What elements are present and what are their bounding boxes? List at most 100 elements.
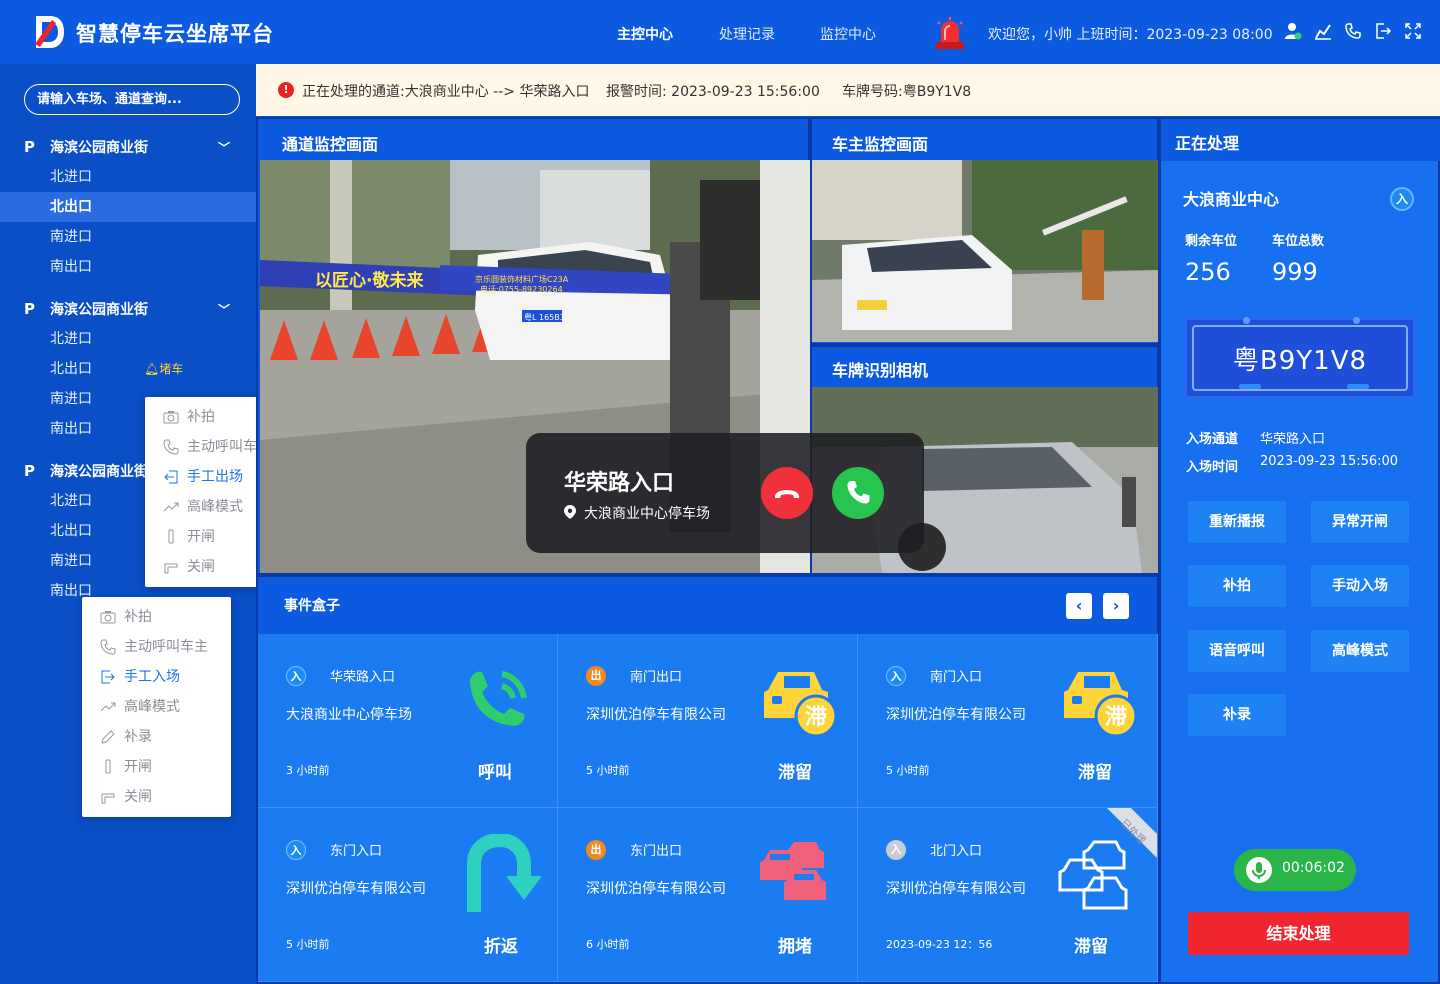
end-processing-button[interactable]: 结束处理: [1188, 912, 1409, 955]
plate-tab: [1239, 384, 1261, 389]
answer-call-button[interactable]: [832, 467, 884, 519]
event-time: 5 小时前: [886, 764, 930, 777]
trend-icon: [100, 702, 116, 712]
alarm-light-icon[interactable]: [934, 16, 966, 50]
event-time: 5 小时前: [586, 764, 630, 777]
event-lot: 深圳优泊停车有限公司: [886, 881, 1026, 897]
supplement-button[interactable]: 补录: [1188, 694, 1286, 736]
channel-item[interactable]: 北进口: [0, 324, 256, 354]
chevron-down-icon[interactable]: ﹀: [218, 301, 230, 318]
processed-ribbon: 已处理: [1107, 808, 1157, 858]
menu-item-peak-mode[interactable]: 高峰模式: [82, 692, 231, 722]
direction-badge: 入: [286, 840, 306, 860]
event-card[interactable]: 入 南门入口 深圳优泊停车有限公司 5 小时前 滞 滞留: [858, 634, 1158, 808]
gate-close-icon: [164, 563, 178, 574]
jam-badge: 🔔︎堵车: [144, 354, 183, 384]
entry-icon: [101, 670, 115, 684]
nav-monitor[interactable]: 监控中心: [820, 24, 876, 44]
phone-icon: [163, 439, 179, 455]
event-card[interactable]: 出 东门出口 深圳优泊停车有限公司 6 小时前 拥堵: [558, 808, 858, 982]
retake-button[interactable]: 补拍: [1188, 565, 1286, 607]
lot-group-name: 海滨公园商业街: [50, 140, 148, 156]
u-turn-icon: [467, 834, 542, 912]
lot-group-header[interactable]: P 海滨公园商业街 ﹀: [0, 294, 256, 324]
event-card[interactable]: 出 南门出口 深圳优泊停车有限公司 5 小时前 滞 滞留: [558, 634, 858, 808]
menu-item-label: 补录: [124, 729, 152, 745]
event-type: 滞留: [778, 763, 812, 783]
menu-item-label: 关闸: [124, 789, 152, 805]
event-type: 呼叫: [478, 763, 512, 783]
welcome-text: 欢迎您，小帅 上班时间：2023-09-23 08:00: [988, 27, 1273, 43]
events-prev-button[interactable]: ‹: [1066, 593, 1092, 619]
microphone-icon: [1246, 857, 1272, 883]
menu-item-supplement[interactable]: 补录: [82, 722, 231, 752]
panel-title: 通道监控画面: [282, 135, 379, 154]
replay-button[interactable]: 重新播报: [1188, 501, 1286, 543]
direction-badge: 入: [286, 666, 306, 686]
lot-group-header[interactable]: P 海滨公园商业街 ﹀: [0, 132, 256, 162]
channel-item[interactable]: 北出口 🔔︎堵车: [0, 354, 256, 384]
event-channel: 南门入口: [930, 670, 983, 685]
owner-camera-feed[interactable]: [812, 160, 1158, 342]
menu-item-label: 主动呼叫车主: [124, 639, 208, 655]
menu-item-close-gate[interactable]: 关闸: [82, 782, 231, 812]
abnormal-open-gate-button[interactable]: 异常开闸: [1311, 501, 1409, 543]
events-next-button[interactable]: ›: [1103, 593, 1129, 619]
top-bar: 智慧停车云坐席平台 主控中心 处理记录 监控中心 欢迎您，小帅 上班时间：202…: [0, 0, 1440, 64]
manual-entry-button[interactable]: 手动入场: [1311, 565, 1409, 607]
gate-close-icon: [101, 793, 115, 804]
menu-item-label: 高峰模式: [124, 699, 180, 715]
channel-item[interactable]: 南进口: [0, 222, 256, 252]
alert-icon: !: [278, 82, 294, 98]
event-channel: 东门出口: [630, 844, 683, 859]
entry-time-label: 入场时间: [1186, 460, 1239, 475]
event-card[interactable]: 入 华荣路入口 大浪商业中心停车场 3 小时前 呼叫: [258, 634, 558, 808]
peak-mode-button[interactable]: 高峰模式: [1311, 630, 1409, 672]
channel-context-menu-2: 补拍 主动呼叫车主 手工入场 高峰模式 补录 开闸 关闸: [82, 597, 231, 817]
menu-item-call-owner[interactable]: 主动呼叫车主: [82, 632, 231, 662]
nav-records[interactable]: 处理记录: [719, 24, 775, 44]
plate-stud: [1353, 317, 1360, 324]
phone-ringing-icon: [470, 671, 527, 726]
panel-title: 事件盒子: [284, 598, 340, 614]
channel-item-selected[interactable]: 北出口: [0, 192, 256, 222]
channel-item[interactable]: 北进口: [0, 162, 256, 192]
user-status-icon[interactable]: [1284, 22, 1302, 40]
gate-open-icon: [105, 759, 111, 774]
app-title: 智慧停车云坐席平台: [76, 22, 274, 46]
parking-icon: P: [24, 300, 35, 318]
menu-item-retake[interactable]: 补拍: [82, 602, 231, 632]
direction-badge: 入: [886, 840, 906, 860]
stuck-label: 滞: [1105, 705, 1127, 730]
channel-item[interactable]: 南出口: [0, 252, 256, 282]
event-channel: 北门入口: [930, 844, 983, 859]
call-location: 大浪商业中心停车场: [584, 506, 710, 522]
nav-main-control[interactable]: 主控中心: [617, 24, 673, 44]
phone-icon: [100, 639, 116, 655]
gate-open-icon: [168, 529, 174, 544]
chart-icon[interactable]: [1314, 22, 1332, 40]
menu-item-open-gate[interactable]: 开闸: [82, 752, 231, 782]
hang-up-button[interactable]: [761, 467, 813, 519]
camera-icon: [100, 611, 116, 624]
phone-call-icon[interactable]: [1344, 22, 1362, 40]
menu-item-manual-entry[interactable]: 手工入场: [82, 662, 231, 692]
search-input[interactable]: 请输入车场、通道查询...: [24, 84, 240, 115]
event-card[interactable]: 入 东门入口 深圳优泊停车有限公司 5 小时前 折返: [258, 808, 558, 982]
chevron-down-icon[interactable]: ﹀: [218, 139, 230, 156]
fullscreen-icon[interactable]: [1404, 22, 1422, 40]
event-type: 滞留: [1074, 937, 1108, 957]
event-lot: 深圳优泊停车有限公司: [886, 707, 1026, 723]
alert-plate: 车牌号码:粤B9Y1V8: [842, 84, 972, 100]
event-lot: 大浪商业中心停车场: [286, 707, 412, 723]
logout-icon[interactable]: [1374, 22, 1392, 40]
event-card[interactable]: 入 北门入口 深圳优泊停车有限公司 2023-09-23 12：56 滞留 已处…: [858, 808, 1158, 982]
car-stuck-icon: 滞: [1064, 672, 1138, 738]
car-stuck-icon: 滞: [764, 672, 838, 738]
voice-call-button[interactable]: 语音呼叫: [1188, 630, 1286, 672]
scene-ad-line2: 电话:0755-89230264: [480, 284, 563, 294]
scene-ad-line1: 京乐圆装饰材料广场C23A: [475, 274, 569, 284]
plate-number: 粤B9Y1V8: [1232, 346, 1368, 376]
event-time: 6 小时前: [586, 938, 630, 951]
jam-badge-label: 堵车: [159, 362, 184, 376]
